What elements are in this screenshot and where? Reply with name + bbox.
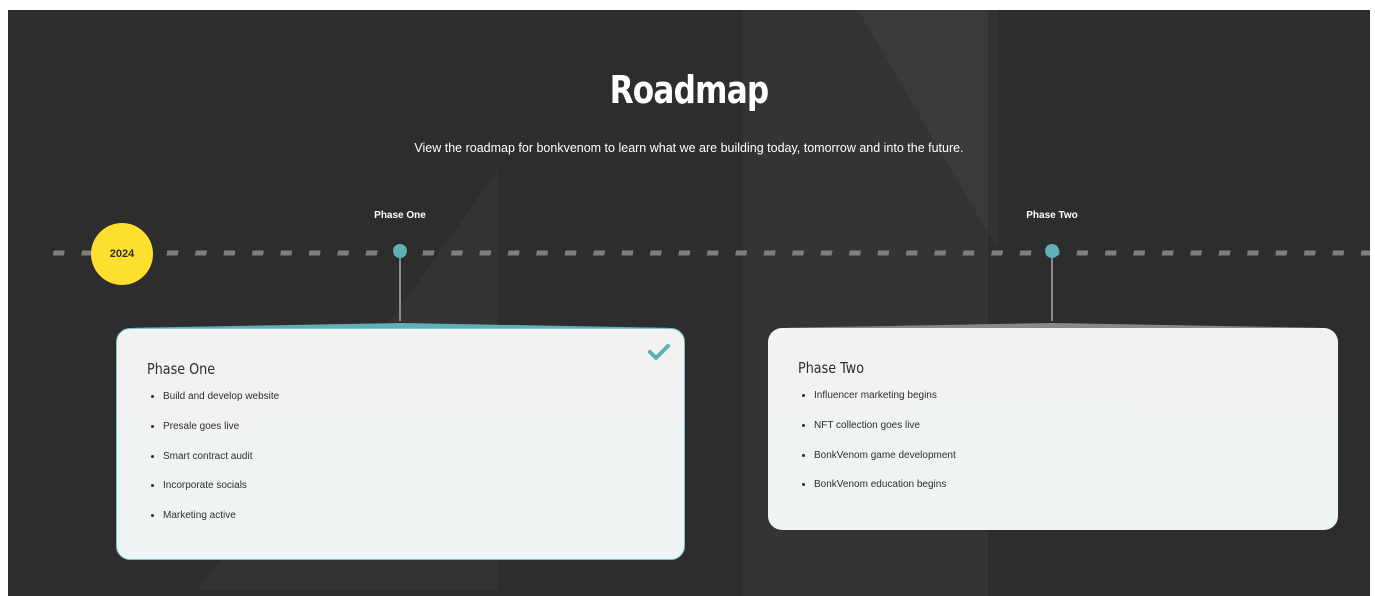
page-title: Roadmap — [609, 68, 770, 112]
phase-card-two: Phase Two Influencer marketing begins NF… — [768, 328, 1338, 530]
phase-card-title: Phase One — [147, 360, 216, 378]
timeline-dot-phase-one — [393, 244, 407, 258]
list-item: Build and develop website — [163, 391, 279, 403]
year-badge: 2024 — [91, 223, 153, 285]
timeline-line — [48, 250, 1370, 256]
checkmark-icon — [648, 344, 670, 360]
list-item: Incorporate socials — [163, 480, 279, 492]
timeline-label-phase-two: Phase Two — [1026, 210, 1078, 221]
timeline-connector-phase-one — [399, 258, 401, 321]
phase-card-one: Phase One Build and develop website Pres… — [116, 328, 685, 560]
roadmap-section: Roadmap View the roadmap for bonkvenom t… — [8, 10, 1370, 596]
page-subtitle: View the roadmap for bonkvenom to learn … — [414, 141, 964, 155]
list-item: Marketing active — [163, 510, 279, 522]
list-item: Influencer marketing begins — [814, 390, 956, 402]
timeline-dot-phase-two — [1045, 244, 1059, 258]
list-item: Smart contract audit — [163, 451, 279, 463]
phase-item-list: Build and develop website Presale goes l… — [147, 391, 279, 540]
phase-item-list: Influencer marketing begins NFT collecti… — [798, 390, 956, 509]
background-triangle-right — [858, 10, 998, 250]
phase-card-title: Phase Two — [798, 359, 865, 377]
list-item: NFT collection goes live — [814, 420, 956, 432]
list-item: Presale goes live — [163, 421, 279, 433]
timeline-connector-phase-two — [1051, 258, 1053, 321]
timeline-label-phase-one: Phase One — [374, 210, 426, 221]
list-item: BonkVenom game development — [814, 450, 956, 462]
list-item: BonkVenom education begins — [814, 479, 956, 491]
